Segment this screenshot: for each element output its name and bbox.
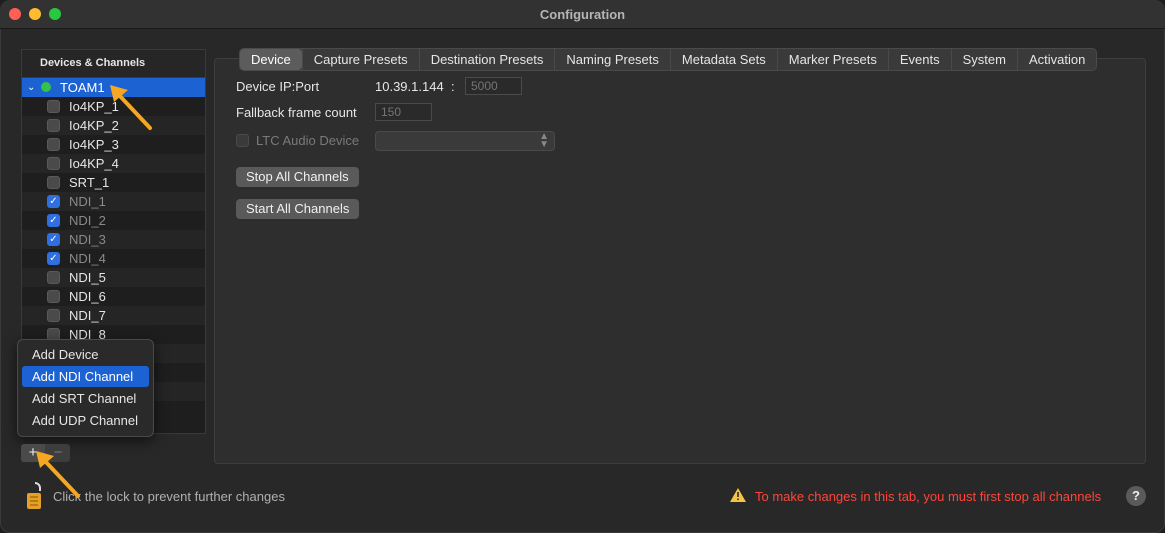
- channel-label: NDI_1: [69, 194, 106, 209]
- channel-checkbox[interactable]: [47, 290, 60, 303]
- channel-row[interactable]: Io4KP_3: [22, 135, 205, 154]
- start-all-channels-button[interactable]: Start All Channels: [236, 199, 360, 219]
- channel-label: NDI_5: [69, 270, 106, 285]
- window-title: Configuration: [539, 7, 626, 22]
- channel-label: NDI_7: [69, 308, 106, 323]
- channel-row[interactable]: Io4KP_4: [22, 154, 205, 173]
- channel-row[interactable]: ✓ NDI_2: [22, 211, 205, 230]
- channel-row[interactable]: ✓ NDI_1: [22, 192, 205, 211]
- menu-item-add-ndi-channel[interactable]: Add NDI Channel: [22, 366, 149, 387]
- updown-chevron-icon: ▲ ▼: [539, 131, 549, 150]
- stop-all-channels-button[interactable]: Stop All Channels: [236, 167, 359, 187]
- tab-device[interactable]: Device: [240, 49, 302, 70]
- channel-checkbox[interactable]: [47, 176, 60, 189]
- warning-icon: [730, 488, 746, 502]
- tab-metadata-sets[interactable]: Metadata Sets: [669, 49, 777, 70]
- channel-label: Io4KP_4: [69, 156, 119, 171]
- channel-checkbox[interactable]: [47, 138, 60, 151]
- fallback-frame-count-input[interactable]: [375, 103, 432, 121]
- port-input[interactable]: [465, 77, 522, 95]
- ltc-audio-device-select[interactable]: ▲ ▼: [375, 131, 555, 151]
- checkmark-icon[interactable]: ✓: [47, 195, 60, 208]
- channel-label: NDI_4: [69, 251, 106, 266]
- tab-events[interactable]: Events: [887, 49, 951, 70]
- devices-channels-header: Devices & Channels: [22, 50, 205, 78]
- channel-checkbox[interactable]: [47, 100, 60, 113]
- help-button[interactable]: ?: [1126, 486, 1146, 506]
- channel-row[interactable]: NDI_5: [22, 268, 205, 287]
- channel-label: NDI_2: [69, 213, 106, 228]
- ip-port-separator: :: [451, 79, 455, 94]
- tab-marker-presets[interactable]: Marker Presets: [776, 49, 888, 70]
- device-label: TOAM1: [60, 80, 105, 95]
- channel-label: NDI_6: [69, 289, 106, 304]
- menu-item-add-device[interactable]: Add Device: [22, 344, 149, 365]
- tab-destination-presets[interactable]: Destination Presets: [418, 49, 555, 70]
- channel-checkbox[interactable]: [47, 157, 60, 170]
- tab-system[interactable]: System: [950, 49, 1017, 70]
- configuration-window: Configuration Devices & Channels ⌄ TOAM1…: [0, 0, 1165, 533]
- tab-activation[interactable]: Activation: [1016, 49, 1096, 70]
- channel-row[interactable]: ✓ NDI_3: [22, 230, 205, 249]
- channel-row[interactable]: SRT_1: [22, 173, 205, 192]
- tab-capture-presets[interactable]: Capture Presets: [301, 49, 419, 70]
- status-dot-icon: [41, 82, 51, 92]
- tab-bar: Device Capture Presets Destination Prese…: [239, 48, 1098, 71]
- checkmark-icon[interactable]: ✓: [47, 252, 60, 265]
- channel-checkbox[interactable]: [47, 309, 60, 322]
- channel-row[interactable]: NDI_6: [22, 287, 205, 306]
- channel-row[interactable]: ✓ NDI_4: [22, 249, 205, 268]
- checkmark-icon[interactable]: ✓: [47, 233, 60, 246]
- channel-row[interactable]: NDI_7: [22, 306, 205, 325]
- device-ip-value: 10.39.1.144: [375, 79, 444, 94]
- channel-checkbox[interactable]: [47, 119, 60, 132]
- channel-checkbox[interactable]: [47, 271, 60, 284]
- annotation-arrow-icon: [110, 85, 152, 130]
- channel-label: SRT_1: [69, 175, 110, 190]
- ltc-audio-checkbox[interactable]: [236, 134, 249, 147]
- ltc-audio-device-label: LTC Audio Device: [256, 133, 360, 148]
- title-bar: Configuration: [0, 0, 1165, 29]
- checkmark-icon[interactable]: ✓: [47, 214, 60, 227]
- tab-naming-presets[interactable]: Naming Presets: [554, 49, 669, 70]
- channel-label: NDI_3: [69, 232, 106, 247]
- annotation-arrow-icon: [36, 451, 80, 498]
- add-context-menu: Add Device Add NDI Channel Add SRT Chann…: [17, 339, 154, 437]
- menu-item-add-udp-channel[interactable]: Add UDP Channel: [22, 410, 149, 431]
- device-ip-port-label: Device IP:Port: [236, 79, 320, 94]
- channel-label: Io4KP_3: [69, 137, 119, 152]
- fallback-frame-count-label: Fallback frame count: [236, 105, 357, 120]
- chevron-down-icon[interactable]: ⌄: [27, 78, 35, 97]
- menu-item-add-srt-channel[interactable]: Add SRT Channel: [22, 388, 149, 409]
- warning-text: To make changes in this tab, you must fi…: [755, 489, 1102, 504]
